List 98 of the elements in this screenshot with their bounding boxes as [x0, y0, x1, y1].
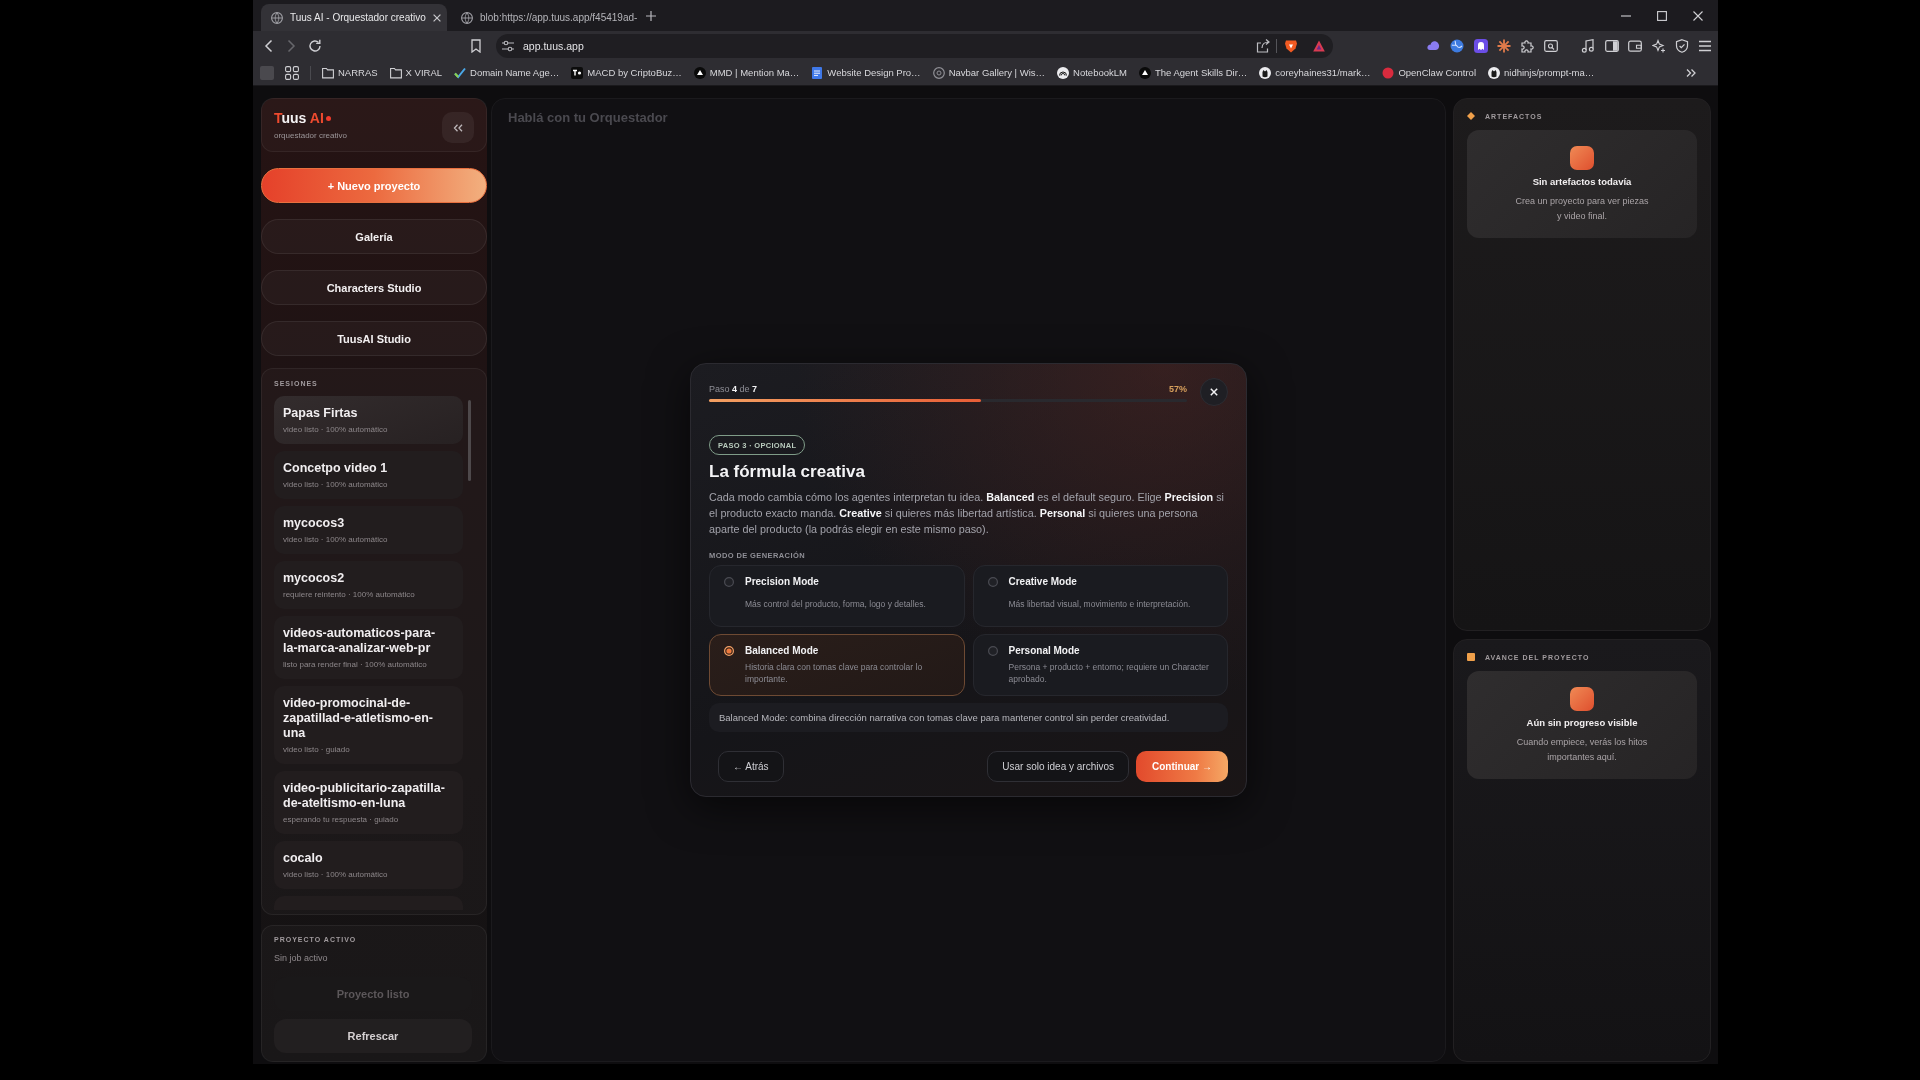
- radio-icon: [987, 646, 998, 656]
- session-item[interactable]: video-publicitario-zapatilla-de-ateltismo-en-luna esperando tu respuesta · guiado: [274, 771, 463, 834]
- bookmark[interactable]: Domain Name Age…: [449, 66, 565, 79]
- plus-icon[interactable]: [646, 10, 656, 21]
- ring-icon: [932, 66, 945, 79]
- mode-option[interactable]: Creative Mode Más libertad visual, movimiento e interpretación.: [972, 565, 1228, 627]
- dot-icon: [325, 116, 331, 121]
- bookmark[interactable]: X VIRAL: [384, 66, 448, 79]
- document-icon: [811, 66, 824, 79]
- share-icon[interactable]: [1256, 38, 1270, 53]
- empty-state-text: Crea un proyecto para ver piezas y video final.: [1514, 195, 1650, 223]
- triangle-icon[interactable]: [1313, 39, 1325, 52]
- mode-option[interactable]: Precision Mode Más control del producto, forma, logo y detalles.: [709, 565, 965, 627]
- empty-state-text: Cuando empiece, verás los hitos importantes aquí.: [1515, 736, 1649, 764]
- wallet-icon[interactable]: [1628, 38, 1643, 53]
- nav-button[interactable]: Characters Studio: [261, 270, 487, 305]
- session-item[interactable]: Concetpo video 1 video listo · 100% automático: [274, 451, 463, 499]
- chevrons-right-icon[interactable]: [1686, 67, 1696, 78]
- square-tile-icon: [1570, 687, 1594, 711]
- asterisk-icon[interactable]: [1497, 38, 1512, 53]
- bookmark[interactable]: MMD | Mention Ma…: [688, 66, 805, 79]
- close-icon[interactable]: [432, 13, 441, 22]
- sidebar-icon[interactable]: [1604, 38, 1619, 53]
- bookmark[interactable]: OpenClaw Control: [1377, 66, 1481, 79]
- empty-state-title: Sin artefactos todavía: [1532, 175, 1632, 188]
- session-item[interactable]: mycocos3 video listo · 100% automático: [274, 506, 463, 554]
- cloud-icon[interactable]: [1427, 38, 1441, 53]
- bookmark[interactable]: NARRAS: [317, 66, 383, 79]
- panel-title: Hablá con tu Orquestador: [507, 109, 669, 125]
- browser-tab[interactable]: blob:https://app.tuus.app/f45419ad-: [451, 4, 637, 31]
- secondary-button[interactable]: Usar solo idea y archivos: [987, 751, 1129, 782]
- session-item[interactable]: mycocos2 requiere reintento · 100% automático: [274, 561, 463, 609]
- sparkle-icon[interactable]: [1651, 38, 1666, 53]
- logo-text: Tuus AI: [274, 110, 324, 127]
- modal-description: Cada modo cambia cómo los agentes interpretan tu idea. Balanced es el default seguro. Elige Precision si el producto exacto manda. Creative si quieres más libertad artística. Personal si quieres una persona aparte del producto (la podrás elegir en este mismo paso).: [709, 490, 1225, 537]
- nav-button[interactable]: Galería: [261, 219, 487, 254]
- reload-icon[interactable]: [308, 38, 322, 53]
- bookmark[interactable]: Navbar Gallery | Wis…: [927, 66, 1051, 79]
- puzzle-icon[interactable]: [1520, 38, 1535, 53]
- screen-capture-icon[interactable]: [1543, 38, 1558, 53]
- close-button[interactable]: [1200, 378, 1228, 406]
- bookmark[interactable]: nidhinjs/prompt-ma…: [1483, 66, 1600, 79]
- maximize-icon[interactable]: [1657, 10, 1667, 21]
- apps-grid-icon[interactable]: [285, 65, 299, 80]
- square-icon: [1467, 653, 1475, 661]
- logo-tile-icon: [571, 66, 584, 79]
- address-bar[interactable]: app.tuus.app: [496, 33, 1333, 58]
- sliders-icon[interactable]: [502, 39, 514, 52]
- globe-icon: [271, 11, 283, 24]
- close-icon: [1210, 388, 1218, 396]
- bookmark[interactable]: coreyhaines31/mark…: [1254, 66, 1376, 79]
- modal-title: La fórmula creativa: [709, 461, 865, 483]
- app-tile-icon[interactable]: [1473, 38, 1488, 53]
- project-button[interactable]: Refrescar: [274, 1019, 472, 1053]
- status-text: Sin job activo: [274, 953, 329, 964]
- square-tile-icon: [1570, 146, 1594, 170]
- session-item[interactable]: videos-automaticos-para-la-marca-analizar-web-pr listo para render final · 100% automático: [274, 616, 463, 679]
- step-counter: Paso 4 de 7: [709, 383, 758, 394]
- globe-icon: [461, 11, 473, 24]
- collapse-button[interactable]: [442, 112, 474, 143]
- triangle-circle-icon: [693, 66, 706, 79]
- shield-icon[interactable]: [1674, 38, 1689, 53]
- session-item[interactable]: video-promocinal-de-zapatillad-e-atletismo-en-una video listo · guiado: [274, 686, 463, 764]
- mode-summary: Balanced Mode: combina dirección narrativa con tomas clave para mantener control sin perder creatividad.: [709, 703, 1228, 732]
- radio-icon: [724, 646, 734, 656]
- tagline: orquestador creativo: [274, 131, 347, 141]
- check-icon: [454, 66, 467, 79]
- mode-option[interactable]: Balanced Mode Historia clara con tomas clave para controlar lo importante.: [709, 634, 965, 696]
- folder-icon: [322, 66, 334, 79]
- bookmark[interactable]: MACD by CriptoBuz…: [566, 66, 687, 79]
- radio-icon: [987, 577, 998, 587]
- cat-icon: [1488, 66, 1500, 79]
- shield-icon[interactable]: [1284, 38, 1298, 53]
- music-note-icon[interactable]: [1581, 38, 1596, 53]
- mode-option[interactable]: Personal Mode Persona + producto + entorno; requiere un Character aprobado.: [972, 634, 1228, 696]
- bookmark-icon[interactable]: [469, 38, 483, 53]
- dot-icon: [1382, 66, 1395, 79]
- circle-logo-icon: [1057, 66, 1070, 79]
- browser-tab[interactable]: Tuus AI - Orquestador creativo: [261, 4, 447, 31]
- cat-icon: [1259, 66, 1272, 79]
- diamond-icon: [1467, 112, 1475, 120]
- empty-state-title: Aún sin progreso visible: [1526, 716, 1638, 729]
- back-button[interactable]: ← Atrás: [718, 751, 784, 782]
- triangle-circle-icon: [1138, 66, 1151, 79]
- scrollbar-thumb[interactable]: [468, 400, 471, 481]
- close-icon[interactable]: [1693, 10, 1703, 21]
- bookmark[interactable]: NotebookLM: [1052, 66, 1132, 79]
- progress-percent: 57%: [1169, 383, 1187, 394]
- bookmark[interactable]: The Agent Skills Dir…: [1133, 66, 1253, 79]
- nav-button[interactable]: TuusAI Studio: [261, 321, 487, 356]
- radio-icon: [724, 577, 734, 587]
- session-item[interactable]: cocalo video listo · 100% automático: [274, 841, 463, 889]
- globe-icon[interactable]: [1450, 38, 1465, 53]
- bookmark[interactable]: Website Design Pro…: [806, 66, 926, 79]
- folder-icon: [389, 66, 402, 79]
- session-item[interactable]: Papas Firtas video listo · 100% automático: [274, 396, 463, 444]
- menu-icon[interactable]: [1698, 38, 1713, 53]
- chevrons-left-icon: [453, 123, 463, 132]
